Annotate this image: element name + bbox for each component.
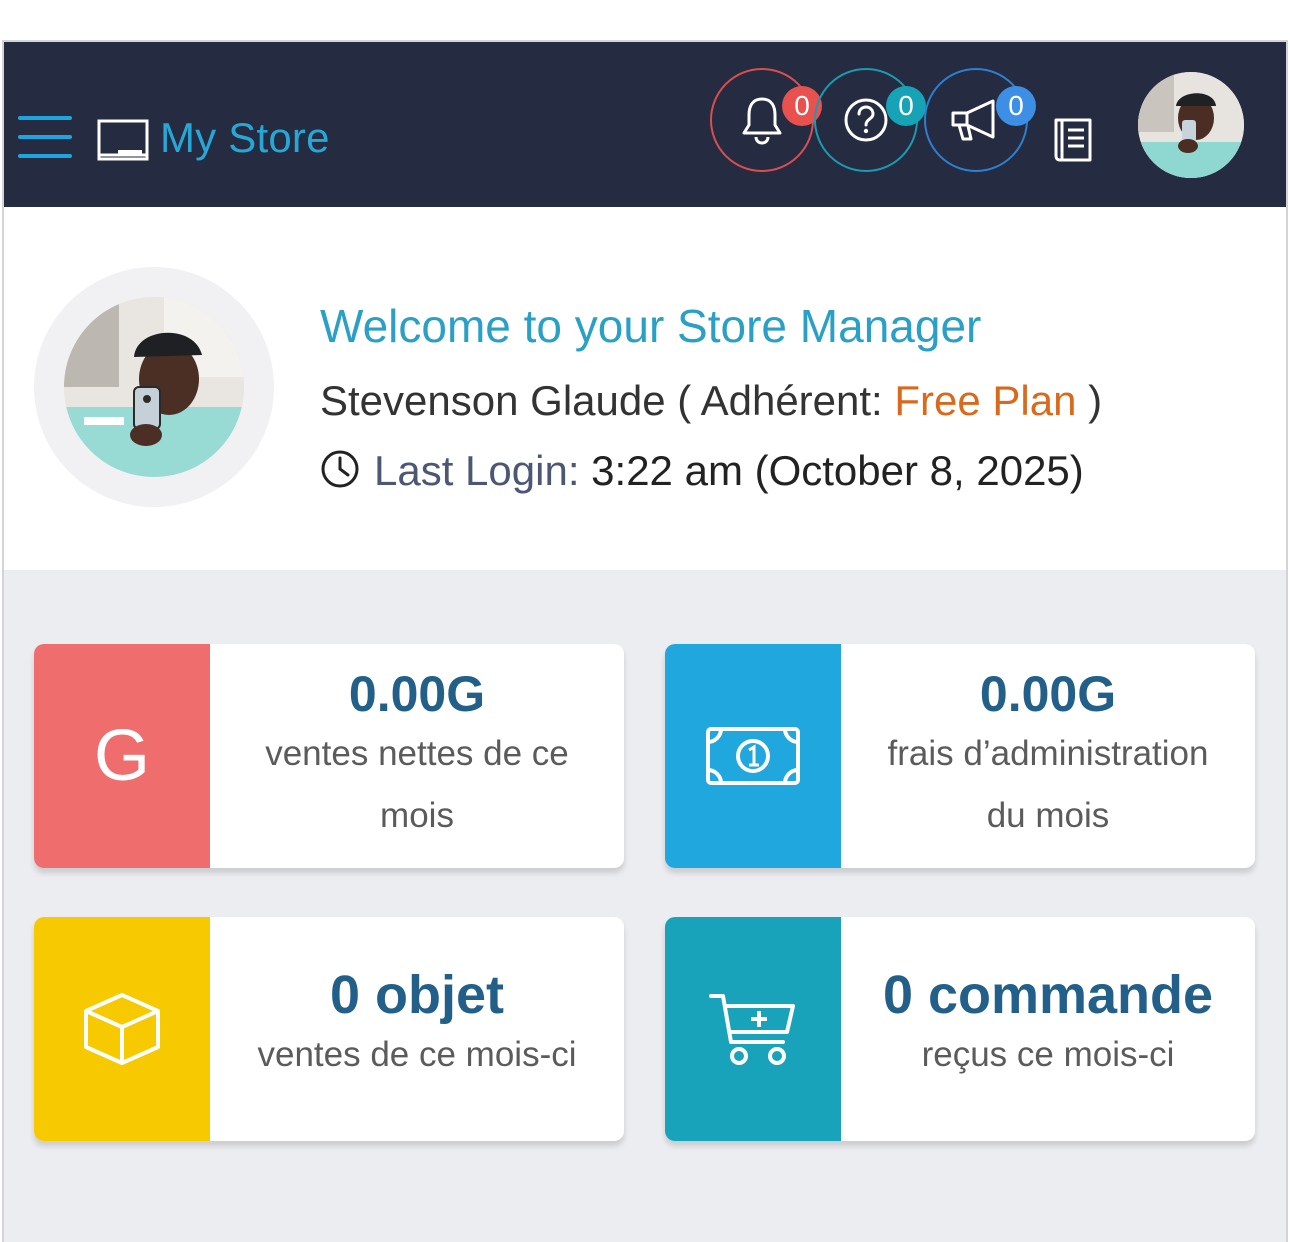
admin-fees-desc-line2: du mois: [986, 796, 1110, 835]
net-sales-value: 0.00G: [348, 666, 486, 722]
welcome-title: Welcome to your Store Manager: [320, 300, 982, 352]
user-name: Stevenson Glaude: [320, 377, 666, 424]
clock-icon: [321, 450, 359, 488]
admin-fees-card[interactable]: 0.00G frais d’administration du mois: [665, 644, 1255, 868]
money-bill-icon: [706, 727, 800, 785]
net-sales-icon-panel: G: [34, 644, 210, 868]
menu-icon[interactable]: [18, 116, 72, 160]
orders-received-card[interactable]: 0 commande reçus ce mois-ci: [665, 917, 1255, 1141]
membership-close: ): [1088, 377, 1103, 424]
admin-fees-desc-line1: frais d’administration: [887, 734, 1209, 773]
net-sales-card[interactable]: G 0.00G ventes nettes de ce mois: [34, 644, 624, 868]
last-login-label: Last Login:: [374, 447, 580, 494]
welcome-panel: Welcome to your Store Manager Stevenson …: [4, 207, 1286, 570]
last-login-value: 3:22 am (October 8, 2025): [591, 447, 1084, 494]
user-membership-line: Stevenson Glaude ( Adhérent: Free Plan ): [320, 377, 1102, 425]
store-title-link[interactable]: My Store: [160, 114, 330, 162]
gourde-currency-icon: G: [93, 716, 150, 796]
book-icon[interactable]: [1052, 116, 1096, 164]
membership-label: ( Adhérent:: [677, 377, 883, 424]
admin-fees-value: 0.00G: [979, 666, 1117, 722]
items-sold-desc: ventes de ce mois-ci: [257, 1035, 577, 1074]
cube-icon: [84, 993, 160, 1065]
question-circle-icon: [844, 98, 888, 142]
orders-received-value: 0 commande: [882, 965, 1214, 1025]
membership-plan: Free Plan: [894, 377, 1077, 424]
profile-avatar-ring: [34, 267, 274, 507]
announcements-count-badge: 0: [996, 86, 1036, 126]
cart-plus-icon: [709, 994, 795, 1065]
header-user-avatar[interactable]: [1138, 72, 1244, 178]
profile-avatar: [64, 297, 244, 477]
megaphone-icon: [951, 99, 995, 141]
items-sold-card[interactable]: 0 objet ventes de ce mois-ci: [34, 917, 624, 1141]
items-sold-value: 0 objet: [329, 965, 505, 1025]
admin-fees-icon-panel: [665, 644, 841, 868]
help-count-badge: 0: [886, 86, 926, 126]
items-sold-icon-panel: [34, 917, 210, 1141]
net-sales-desc-line2: mois: [380, 796, 454, 835]
orders-received-desc: reçus ce mois-ci: [921, 1035, 1175, 1074]
bell-icon: [742, 97, 782, 145]
orders-received-icon-panel: [665, 917, 841, 1141]
laptop-icon: [97, 119, 149, 161]
top-header: My Store 0 0 0: [4, 42, 1286, 207]
app-frame: My Store 0 0 0 Welcome to your Store Man…: [2, 40, 1288, 1242]
last-login-line: Last Login: 3:22 am (October 8, 2025): [320, 447, 1084, 495]
net-sales-desc-line1: ventes nettes de ce: [265, 734, 569, 773]
